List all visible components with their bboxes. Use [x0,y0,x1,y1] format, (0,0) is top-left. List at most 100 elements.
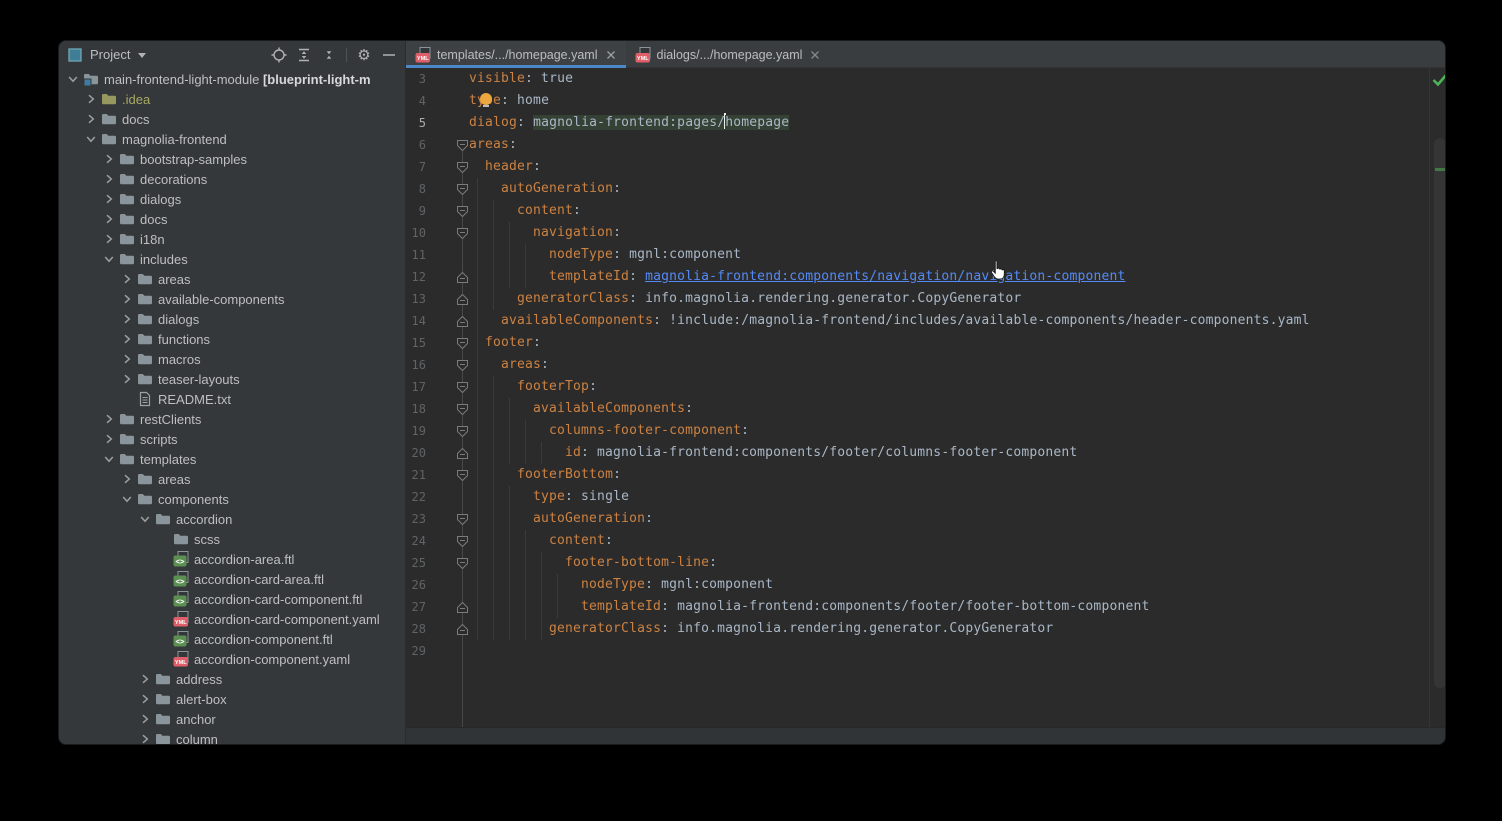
chevron-right-icon[interactable] [101,211,117,227]
code-line[interactable]: 10navigation: [406,222,1446,244]
editor-tab-templates-homepage[interactable]: YML templates/.../homepage.yaml [406,41,626,68]
tree-row[interactable]: .idea [59,89,406,109]
code-line[interactable]: 17footerTop: [406,376,1446,398]
tree-row[interactable]: <>accordion-card-area.ftl [59,569,406,589]
chevron-down-icon[interactable] [119,491,135,507]
chevron-down-icon[interactable] [65,71,81,87]
code-line[interactable]: 29 [406,640,1446,662]
close-x-icon[interactable] [810,50,820,60]
chevron-right-icon[interactable] [101,431,117,447]
gear-icon[interactable]: ⚙ [356,47,372,63]
code-line[interactable]: 18availableComponents: [406,398,1446,420]
code-line[interactable]: 4type: home [406,90,1446,112]
fold-end-icon[interactable] [456,600,469,613]
chevron-right-icon[interactable] [119,311,135,327]
intention-bulb-icon[interactable] [479,93,493,108]
code-line[interactable]: 8autoGeneration: [406,178,1446,200]
fold-start-icon[interactable] [456,204,469,217]
chevron-right-icon[interactable] [119,351,135,367]
code-line[interactable]: 26nodeType: mgnl:component [406,574,1446,596]
locate-target-icon[interactable] [271,47,287,63]
chevron-right-icon[interactable] [101,151,117,167]
tree-row[interactable]: magnolia-frontend [59,129,406,149]
chevron-down-icon[interactable] [136,49,148,61]
project-panel-title[interactable]: Project [90,47,130,62]
fold-start-icon[interactable] [456,358,469,371]
code-line[interactable]: 28generatorClass: info.magnolia.renderin… [406,618,1446,640]
tree-row[interactable]: dialogs [59,189,406,209]
chevron-right-icon[interactable] [83,111,99,127]
code-line[interactable]: 7header: [406,156,1446,178]
chevron-down-icon[interactable] [137,511,153,527]
tree-row[interactable]: teaser-layouts [59,369,406,389]
tree-row[interactable]: YMLaccordion-card-component.yaml [59,609,406,629]
chevron-down-icon[interactable] [101,251,117,267]
tree-row[interactable]: docs [59,109,406,129]
fold-start-icon[interactable] [456,380,469,393]
chevron-right-icon[interactable] [119,271,135,287]
tree-row[interactable]: docs [59,209,406,229]
tree-row[interactable]: bootstrap-samples [59,149,406,169]
tree-row[interactable]: <>accordion-component.ftl [59,629,406,649]
code-line[interactable]: 21footerBottom: [406,464,1446,486]
tree-row[interactable]: i18n [59,229,406,249]
fold-start-icon[interactable] [456,424,469,437]
chevron-down-icon[interactable] [83,131,99,147]
tree-row[interactable]: anchor [59,709,406,729]
editor[interactable]: 3visible: true4type: home5dialog: magnol… [406,68,1446,727]
fold-start-icon[interactable] [456,402,469,415]
tree-row[interactable]: macros [59,349,406,369]
chevron-down-icon[interactable] [101,451,117,467]
chevron-right-icon[interactable] [119,331,135,347]
chevron-right-icon[interactable] [101,231,117,247]
code-line[interactable]: 22type: single [406,486,1446,508]
chevron-right-icon[interactable] [119,471,135,487]
chevron-right-icon[interactable] [137,711,153,727]
fold-start-icon[interactable] [456,468,469,481]
chevron-right-icon[interactable] [101,191,117,207]
chevron-right-icon[interactable] [119,291,135,307]
fold-end-icon[interactable] [456,270,469,283]
chevron-right-icon[interactable] [101,171,117,187]
fold-start-icon[interactable] [456,534,469,547]
code-line[interactable]: 13generatorClass: info.magnolia.renderin… [406,288,1446,310]
fold-start-icon[interactable] [456,226,469,239]
fold-end-icon[interactable] [456,292,469,305]
code-line[interactable]: 11nodeType: mgnl:component [406,244,1446,266]
fold-start-icon[interactable] [456,512,469,525]
chevron-right-icon[interactable] [137,671,153,687]
code-line[interactable]: 27templateId: magnolia-frontend:componen… [406,596,1446,618]
code-line[interactable]: 24content: [406,530,1446,552]
code-line[interactable]: 15footer: [406,332,1446,354]
tree-row[interactable]: <>accordion-area.ftl [59,549,406,569]
editor-scrollbar[interactable] [1434,138,1446,688]
fold-start-icon[interactable] [456,336,469,349]
chevron-right-icon[interactable] [137,731,153,745]
tree-row[interactable]: accordion [59,509,406,529]
code-line[interactable]: 19columns-footer-component: [406,420,1446,442]
tree-row[interactable]: templates [59,449,406,469]
tree-row[interactable]: scss [59,529,406,549]
tree-row[interactable]: <>accordion-card-component.ftl [59,589,406,609]
tree-row[interactable]: README.txt [59,389,406,409]
editor-tab-dialogs-homepage[interactable]: YML dialogs/.../homepage.yaml [626,41,831,68]
tree-row[interactable]: column [59,729,406,745]
tree-row[interactable]: YMLaccordion-component.yaml [59,649,406,669]
fold-start-icon[interactable] [456,138,469,151]
code-line[interactable]: 14availableComponents: !include:/magnoli… [406,310,1446,332]
tree-row[interactable]: areas [59,269,406,289]
code-line[interactable]: 23autoGeneration: [406,508,1446,530]
tree-row[interactable]: dialogs [59,309,406,329]
chevron-right-icon[interactable] [119,371,135,387]
code-hyperlink[interactable]: magnolia-frontend:components/navigation/… [645,269,1125,284]
tree-row[interactable]: includes [59,249,406,269]
chevron-right-icon[interactable] [83,91,99,107]
chevron-right-icon[interactable] [137,691,153,707]
fold-start-icon[interactable] [456,182,469,195]
tree-row[interactable]: available-components [59,289,406,309]
hide-panel-minus-icon[interactable] [381,47,397,63]
code-line[interactable]: 6areas: [406,134,1446,156]
fold-end-icon[interactable] [456,314,469,327]
collapse-all-icon[interactable] [321,47,337,63]
code-line[interactable]: 3visible: true [406,68,1446,90]
